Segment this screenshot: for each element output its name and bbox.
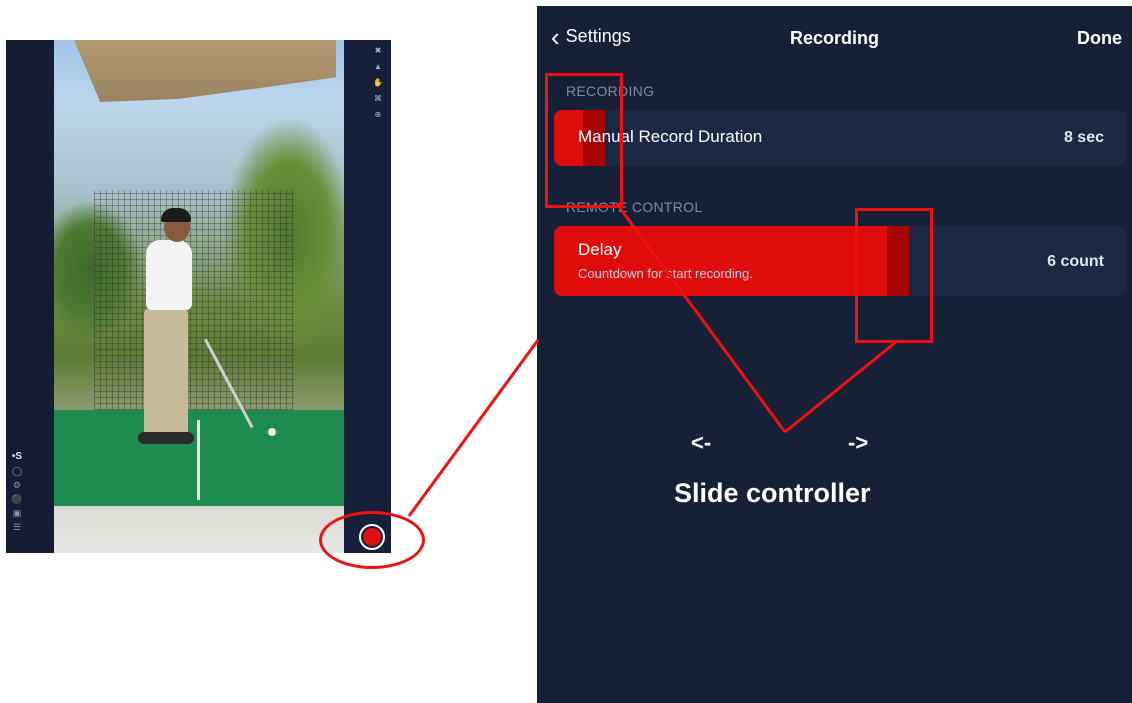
row-sublabel: Countdown for start recording. bbox=[578, 266, 753, 281]
phone-screenshot: •S ◯ ⚙ ⚫ ▣ ☰ ✖ ▲ ✋ ⌘ ⊕ bbox=[6, 40, 391, 553]
row-label: Delay bbox=[578, 240, 622, 259]
hand-icon[interactable]: ✋ bbox=[373, 78, 383, 87]
right-toolbar: ✖ ▲ ✋ ⌘ ⊕ bbox=[344, 40, 391, 553]
left-toolbar: •S ◯ ⚙ ⚫ ▣ ☰ bbox=[6, 40, 54, 553]
shade-awning bbox=[74, 40, 336, 102]
golfer-torso bbox=[146, 240, 192, 310]
tree-icon[interactable]: ▲ bbox=[374, 62, 382, 71]
command-icon[interactable]: ⌘ bbox=[374, 94, 382, 103]
app-logo: •S bbox=[11, 451, 23, 462]
golfer-cap bbox=[161, 208, 191, 222]
row-value: 6 count bbox=[1047, 253, 1104, 270]
circle-outline-icon[interactable]: ◯ bbox=[12, 466, 22, 476]
left-tools: •S ◯ ⚙ ⚫ ▣ ☰ bbox=[8, 451, 26, 533]
close-icon[interactable]: ✖ bbox=[375, 46, 382, 55]
golfer-shoes bbox=[138, 432, 194, 444]
recording-settings-panel: ‹ Settings Recording Done RECORDING Manu… bbox=[537, 6, 1132, 703]
right-arrow-label: -> bbox=[848, 430, 869, 455]
golf-ball bbox=[268, 428, 276, 436]
golfer-legs bbox=[144, 308, 188, 436]
bulb-icon[interactable]: ⚫ bbox=[11, 494, 22, 504]
video-preview bbox=[54, 40, 344, 553]
settings-icon[interactable]: ⚙ bbox=[13, 480, 21, 490]
highlight-box-right bbox=[855, 208, 933, 343]
highlight-ellipse bbox=[319, 511, 425, 569]
highlight-box-left bbox=[545, 73, 623, 208]
done-button[interactable]: Done bbox=[1077, 28, 1122, 49]
camera-icon[interactable]: ▣ bbox=[13, 508, 22, 518]
connector-line bbox=[407, 339, 540, 517]
menu-icon[interactable]: ☰ bbox=[13, 522, 21, 532]
page-title: Recording bbox=[789, 28, 879, 48]
navigation-bar: ‹ Settings Recording Done bbox=[537, 6, 1132, 70]
alignment-stick bbox=[197, 420, 200, 500]
right-tools: ✖ ▲ ✋ ⌘ ⊕ bbox=[372, 46, 384, 119]
left-arrow-label: <- bbox=[691, 430, 712, 455]
slide-controller-caption: Slide controller bbox=[674, 478, 871, 508]
manual-record-duration-row[interactable]: Manual Record Duration 8 sec bbox=[554, 110, 1126, 166]
golf-net bbox=[94, 190, 294, 410]
target-icon[interactable]: ⊕ bbox=[375, 110, 382, 119]
delay-row[interactable]: Delay Countdown for start recording. 6 c… bbox=[554, 226, 1126, 296]
row-value: 8 sec bbox=[1063, 129, 1104, 146]
